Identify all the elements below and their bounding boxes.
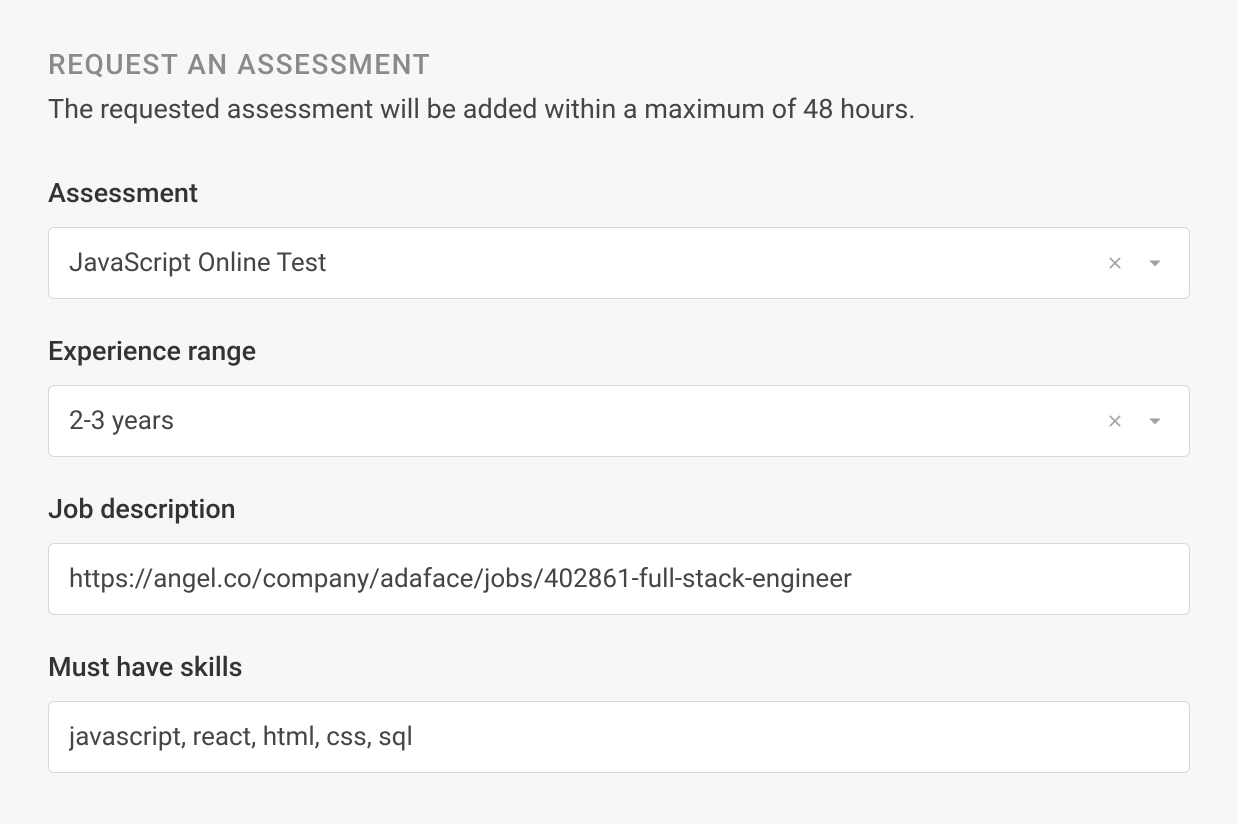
job-description-input[interactable]: [48, 543, 1190, 615]
assessment-label: Assessment: [48, 177, 1190, 209]
page-subtitle: The requested assessment will be added w…: [48, 91, 1190, 129]
experience-range-select[interactable]: 2-3 years: [48, 385, 1190, 457]
experience-range-value: 2-3 years: [69, 406, 1103, 436]
chevron-down-icon: [1145, 253, 1165, 273]
chevron-down-icon: [1145, 411, 1165, 431]
assessment-select[interactable]: JavaScript Online Test: [48, 227, 1190, 299]
experience-range-label: Experience range: [48, 335, 1190, 367]
page-title: REQUEST AN ASSESSMENT: [48, 48, 1190, 81]
assessment-clear-button[interactable]: [1103, 251, 1127, 275]
experience-range-select-icons: [1103, 407, 1169, 435]
assessment-group: Assessment JavaScript Online Test: [48, 177, 1190, 299]
must-have-skills-label: Must have skills: [48, 651, 1190, 683]
close-icon: [1107, 413, 1123, 429]
page-header: REQUEST AN ASSESSMENT The requested asse…: [48, 48, 1190, 129]
must-have-skills-input[interactable]: [48, 701, 1190, 773]
job-description-label: Job description: [48, 493, 1190, 525]
assessment-dropdown-button[interactable]: [1141, 249, 1169, 277]
experience-range-dropdown-button[interactable]: [1141, 407, 1169, 435]
close-icon: [1107, 255, 1123, 271]
experience-range-clear-button[interactable]: [1103, 409, 1127, 433]
must-have-skills-group: Must have skills: [48, 651, 1190, 773]
assessment-select-icons: [1103, 249, 1169, 277]
experience-range-group: Experience range 2-3 years: [48, 335, 1190, 457]
job-description-group: Job description: [48, 493, 1190, 615]
assessment-value: JavaScript Online Test: [69, 248, 1103, 278]
